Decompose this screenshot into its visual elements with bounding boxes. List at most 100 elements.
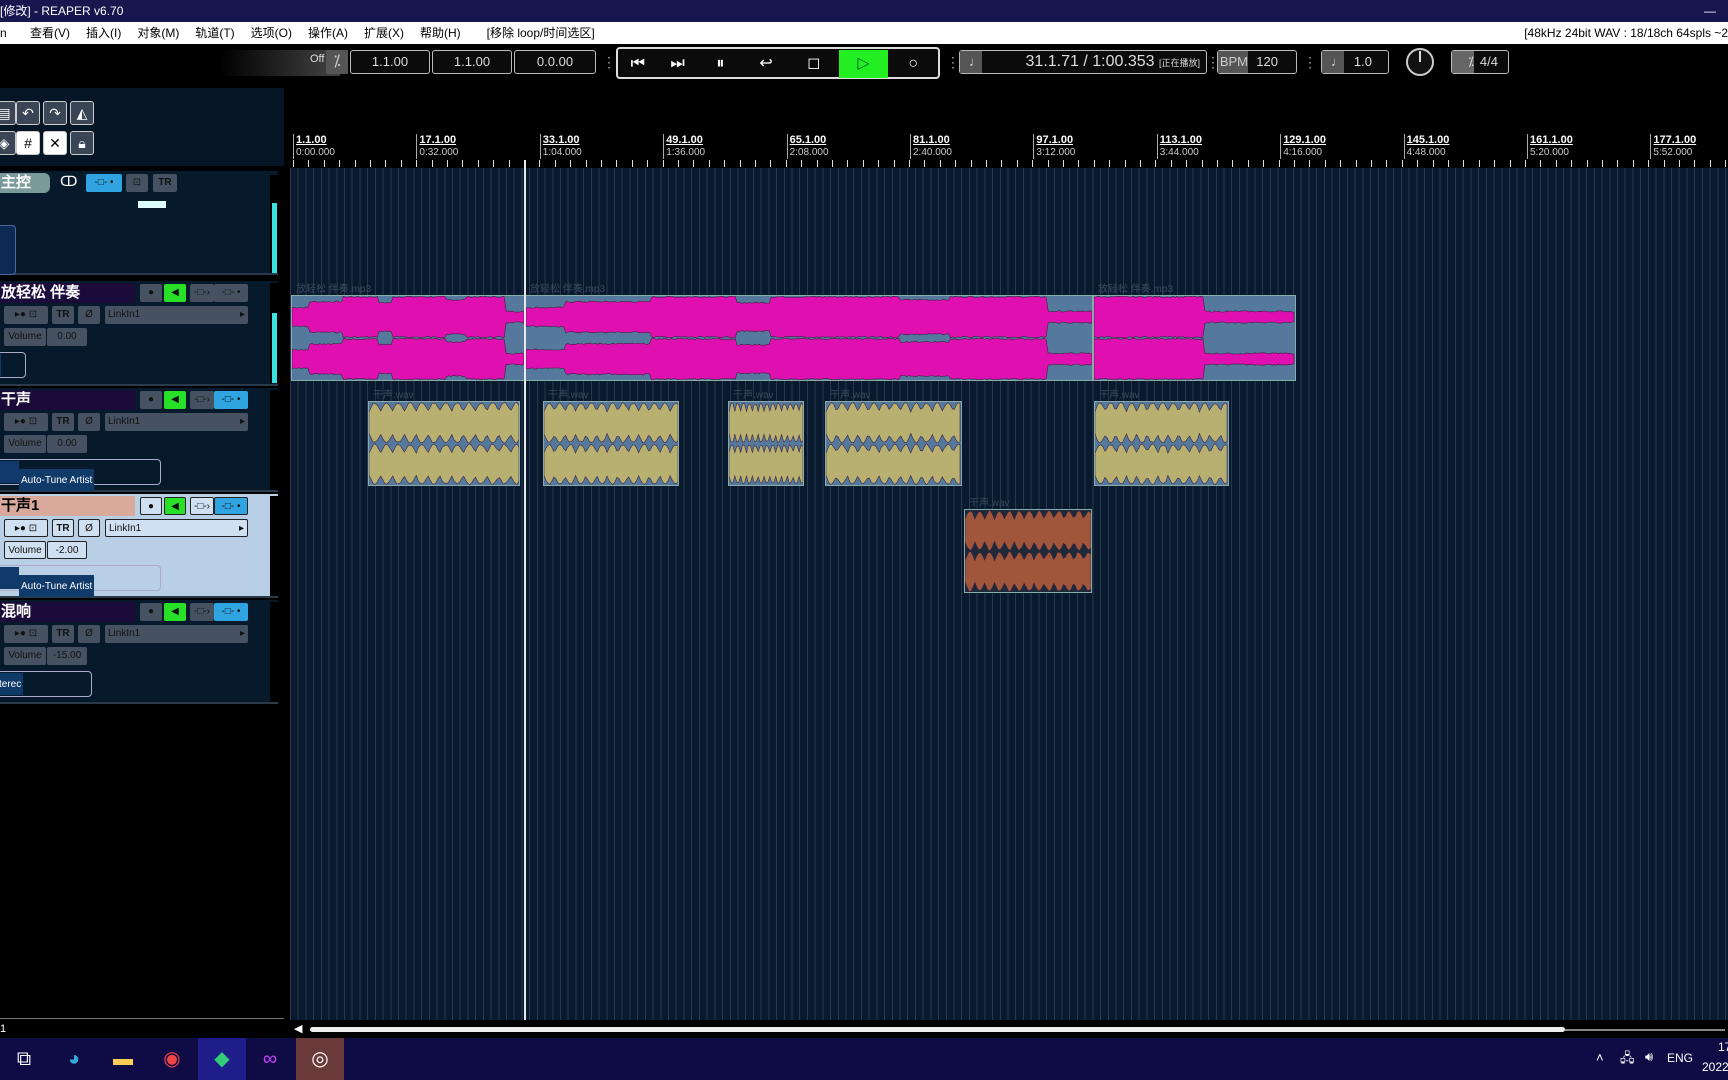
redo-icon[interactable]: ↷ bbox=[43, 101, 67, 125]
toolbar-grip[interactable]: ⋮ bbox=[946, 50, 960, 74]
track-name[interactable]: 混响 bbox=[0, 602, 135, 622]
fx-button[interactable]: -□- • bbox=[214, 603, 248, 621]
timeline-ruler[interactable]: 1.1.00 0:00.000 17.1.00 0:32.000 33.1.00 1:04… bbox=[290, 128, 1728, 168]
fx-plugin-name[interactable]: Auto-Tune Artist bbox=[19, 469, 95, 491]
menu-item[interactable]: 对象(M) bbox=[137, 22, 179, 44]
pause-button[interactable]: ⏸ bbox=[698, 50, 744, 78]
playrate-field[interactable]: ♩ 1.0 bbox=[1321, 50, 1389, 74]
trim-button[interactable]: TR bbox=[52, 519, 74, 537]
volume-value[interactable]: -15.00 bbox=[47, 647, 87, 665]
save-icon[interactable]: ▤ bbox=[0, 101, 16, 125]
go-to-start-button[interactable]: ⏮ bbox=[618, 50, 658, 78]
tray-chevron-icon[interactable]: ˄ bbox=[1596, 1050, 1604, 1065]
ripple-icon[interactable]: ◈ bbox=[0, 131, 16, 155]
media-item-backing[interactable]: 放轻松 伴奏.mp3 bbox=[525, 284, 1093, 381]
go-to-end-button[interactable]: ⏭ bbox=[658, 50, 698, 78]
trim-button[interactable]: TR bbox=[52, 413, 74, 431]
record-mode-button[interactable]: ▸● ⊡ bbox=[4, 519, 48, 537]
fx-plugin-name[interactable]: Auto-Tune Artist bbox=[19, 575, 95, 597]
media-item-backing[interactable]: 放轻松 伴奏.mp3 bbox=[1093, 284, 1296, 381]
snap-percent-icon[interactable]: ⁒ bbox=[326, 50, 348, 74]
audio-status[interactable]: [48kHz 24bit WAV : 18/18ch 64spls ~2 bbox=[1524, 22, 1728, 44]
fx-button[interactable]: -□- • bbox=[214, 284, 248, 302]
track-name[interactable]: 干声1 bbox=[0, 496, 135, 516]
clock-time[interactable]: 17 bbox=[1718, 1040, 1728, 1054]
record-mode-button[interactable]: ▸● ⊡ bbox=[4, 413, 48, 431]
media-item-vocal1[interactable]: 干声.wav bbox=[964, 498, 1092, 593]
io-button[interactable]: -□-› bbox=[190, 391, 214, 409]
stop-button[interactable]: ◻ bbox=[789, 50, 839, 78]
menu-insert[interactable]: 插入(I) bbox=[86, 22, 121, 44]
fx-slot[interactable]: Auto-Tune Artist bbox=[0, 459, 161, 491]
track-3[interactable]: 干声1 ● ◀ -□-› -□- • ▸● ⊡ TR Ø LinkIn1 ▸ Vo… bbox=[0, 494, 278, 598]
fx-chain-button[interactable]: -□- • bbox=[86, 174, 122, 192]
playhead-cursor[interactable] bbox=[524, 160, 526, 1020]
track-2[interactable]: 干声 ● ◀ -□-› -□- • ▸● ⊡ TR Ø LinkIn1 ▸ Vol… bbox=[0, 388, 278, 492]
io-button[interactable]: -□-› bbox=[190, 603, 214, 621]
record-button[interactable]: ○ bbox=[888, 50, 938, 78]
io-button[interactable]: -□-› bbox=[190, 497, 214, 515]
track-master[interactable]: 主控 ↀ -□- • ⊡ TR bbox=[0, 171, 278, 275]
input-select[interactable]: LinkIn1 ▸ bbox=[105, 519, 248, 537]
track-name[interactable]: 放轻松 伴奏 bbox=[0, 283, 135, 303]
media-item-vocal[interactable]: 干声.wav bbox=[728, 390, 804, 486]
media-item-vocal[interactable]: 干声.wav bbox=[368, 390, 520, 486]
undo-icon[interactable]: ↶ bbox=[16, 101, 40, 125]
menu-extensions[interactable]: 扩展(X) bbox=[364, 22, 404, 44]
fx-button[interactable]: -□- • bbox=[214, 391, 248, 409]
media-item-vocal[interactable]: 干声.wav bbox=[1094, 390, 1229, 486]
menu-remove-loop[interactable]: [移除 loop/时间选区] bbox=[487, 22, 595, 44]
fx-slot[interactable]: terec bbox=[0, 671, 92, 697]
language-indicator[interactable]: ENG bbox=[1667, 1051, 1693, 1065]
obs-icon[interactable]: ◎ bbox=[296, 1038, 344, 1080]
volume-value[interactable]: 0.00 bbox=[47, 328, 87, 346]
edge-icon[interactable]: ◕ bbox=[50, 1038, 98, 1080]
media-item-vocal[interactable]: 干声.wav bbox=[825, 390, 962, 486]
scrollbar-thumb[interactable] bbox=[310, 1027, 1565, 1032]
track-name[interactable]: 主控 bbox=[0, 173, 50, 193]
scroll-left-arrow-icon[interactable]: ◀ bbox=[294, 1022, 302, 1035]
monitor-button[interactable]: ◀ bbox=[164, 284, 186, 302]
track-name[interactable]: 干声 bbox=[0, 390, 135, 410]
network-icon[interactable]: 🖧︎ bbox=[1620, 1049, 1635, 1071]
trim-button[interactable]: TR bbox=[52, 625, 74, 643]
master-volume-knob[interactable] bbox=[1406, 48, 1434, 76]
track-4[interactable]: 混响 ● ◀ -□-› -□- • ▸● ⊡ TR Ø LinkIn1 ▸ Vol… bbox=[0, 600, 278, 704]
io-button[interactable]: -□-› bbox=[190, 284, 214, 302]
menu-help[interactable]: 帮助(H) bbox=[420, 22, 461, 44]
toolbar-grip[interactable]: ⋮ bbox=[1303, 50, 1317, 74]
trim-button[interactable]: TR bbox=[153, 174, 177, 192]
chrome-icon[interactable]: ◉ bbox=[148, 1038, 196, 1080]
monitor-button[interactable]: ◀ bbox=[164, 603, 186, 621]
minimize-button[interactable]: — bbox=[1704, 0, 1716, 22]
record-arm-button[interactable]: ● bbox=[140, 391, 162, 409]
trim-button[interactable]: TR bbox=[52, 306, 74, 324]
fx-box[interactable] bbox=[0, 225, 16, 275]
horizontal-scrollbar[interactable]: ◀ bbox=[290, 1022, 1728, 1036]
record-arm-button[interactable]: ● bbox=[140, 497, 162, 515]
bpm-field[interactable]: BPM 120 bbox=[1217, 50, 1297, 74]
record-mode-button[interactable]: ▸● ⊡ bbox=[4, 306, 48, 324]
media-item-backing[interactable]: 放轻松 伴奏.mp3 bbox=[291, 284, 525, 381]
input-select[interactable]: LinkIn1 ▸ bbox=[105, 413, 248, 431]
selection-end-field[interactable]: 1.1.00 bbox=[432, 50, 512, 74]
menu-options[interactable]: 选项(O) bbox=[251, 22, 292, 44]
fx-slot[interactable] bbox=[0, 352, 26, 378]
fx-button[interactable]: -□- • bbox=[214, 497, 248, 515]
phase-button[interactable]: Ø bbox=[78, 519, 100, 537]
fx-slot[interactable]: Auto-Tune Artist bbox=[0, 565, 161, 597]
monitor-button[interactable]: ◀ bbox=[164, 391, 186, 409]
fx-plugin-name[interactable]: terec bbox=[0, 673, 24, 695]
envelope-button[interactable]: ⊡ bbox=[126, 174, 148, 192]
phase-button[interactable]: Ø bbox=[78, 306, 100, 324]
monitor-button[interactable]: ◀ bbox=[164, 497, 186, 515]
record-mode-button[interactable]: ▸● ⊡ bbox=[4, 625, 48, 643]
auto-crossfade-icon[interactable]: ✕ bbox=[43, 131, 67, 155]
input-select[interactable]: LinkIn1 ▸ bbox=[105, 625, 248, 643]
volume-icon[interactable]: 🔊︎ bbox=[1645, 1049, 1653, 1065]
record-arm-button[interactable]: ● bbox=[140, 603, 162, 621]
selection-length-field[interactable]: 0.0.00 bbox=[514, 50, 596, 74]
master-fader[interactable] bbox=[138, 201, 166, 208]
clock-date[interactable]: 2022 bbox=[1702, 1060, 1728, 1074]
menu-actions[interactable]: 操作(A) bbox=[308, 22, 348, 44]
